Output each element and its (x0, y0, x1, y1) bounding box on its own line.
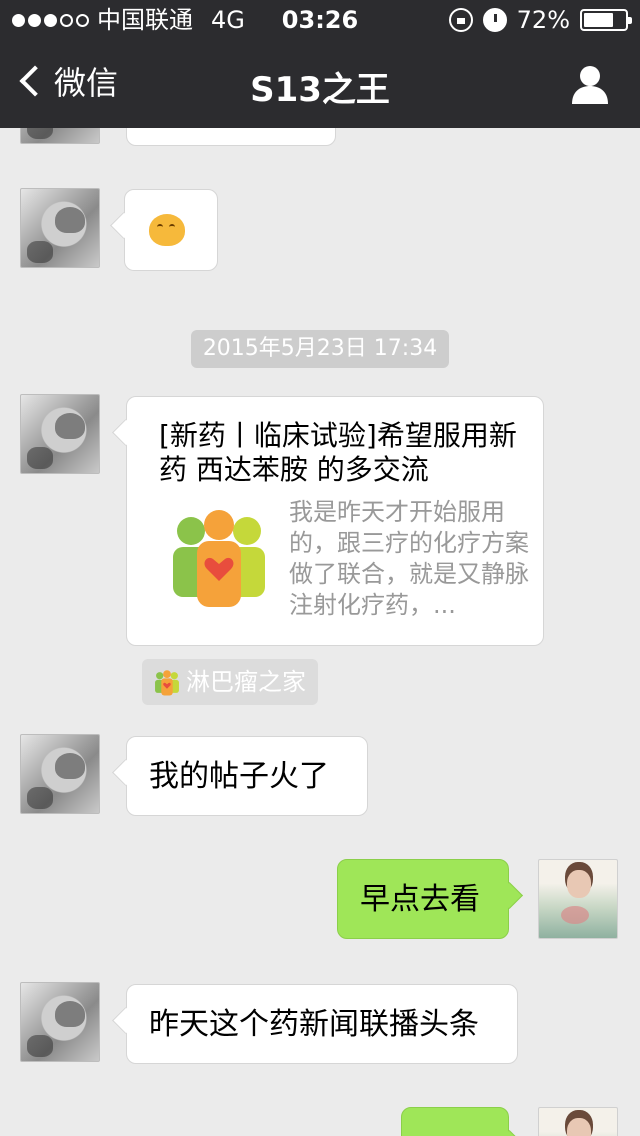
rotation-lock-icon (448, 8, 473, 32)
battery-percent: 72% (516, 6, 570, 34)
message-bubble-partial[interactable] (126, 128, 336, 146)
avatar[interactable] (20, 734, 100, 814)
message-text: 昨天这个药新闻联播头条 (149, 1007, 479, 1042)
source-label: 淋巴瘤之家 (186, 668, 306, 696)
avatar[interactable] (20, 188, 100, 268)
message-text: 早点去看 (360, 882, 480, 917)
community-logo-icon (155, 670, 179, 696)
avatar[interactable] (20, 128, 100, 144)
link-card[interactable]: [新药丨临床试验]希望服用新药 西达苯胺 的多交流 我是昨天才开始服用的，跟三疗… (126, 396, 544, 646)
card-title: [新药丨临床试验]希望服用新药 西达苯胺 的多交流 (159, 419, 517, 486)
emoji-message-bubble[interactable] (124, 189, 218, 271)
community-logo-icon (173, 510, 265, 607)
chat-list[interactable]: 2015年5月23日 17:34 [新药丨临床试验]希望服用新药 西达苯胺 的多… (0, 128, 640, 1136)
message-bubble-outgoing[interactable]: 早点去看 (337, 859, 509, 939)
message-bubble[interactable]: 我的帖子火了 (126, 736, 368, 816)
chat-title: S13之王 (250, 70, 390, 110)
alarm-icon (482, 8, 507, 32)
battery-icon (580, 9, 632, 31)
message-bubble[interactable]: 昨天这个药新闻联播头条 (126, 984, 518, 1064)
status-bar: 中国联通 4G 03:26 72% (0, 0, 640, 40)
card-description: 我是昨天才开始服用的，跟三疗的化疗方案做了联合，就是又静脉注射化疗药，... (289, 498, 529, 619)
message-text: 我的帖子火了 (149, 759, 329, 794)
message-bubble-outgoing-partial[interactable] (401, 1107, 509, 1136)
avatar-self[interactable] (538, 859, 618, 939)
contact-info-icon[interactable] (570, 64, 610, 104)
avatar[interactable] (20, 982, 100, 1062)
timestamp: 2015年5月23日 17:34 (191, 330, 449, 368)
embarrassed-emoji-icon (149, 214, 185, 246)
top-bar: 中国联通 4G 03:26 72% 微信 S13之王 (0, 0, 640, 128)
navigation-bar: 微信 S13之王 (0, 40, 640, 128)
avatar[interactable] (20, 394, 100, 474)
status-right: 72% (448, 0, 632, 40)
avatar-self[interactable] (538, 1107, 618, 1136)
source-tag[interactable]: 淋巴瘤之家 (142, 659, 318, 705)
